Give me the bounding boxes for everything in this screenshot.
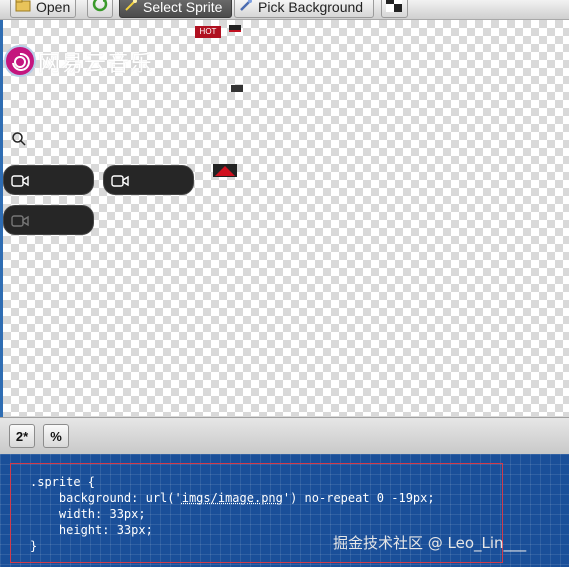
open-button[interactable]: Open xyxy=(10,0,76,18)
code-line-4: height: 33px; xyxy=(30,523,153,537)
bottom-toolbar: 2* % xyxy=(0,417,569,454)
select-sprite-label: Select Sprite xyxy=(143,0,223,15)
sprite-small-bar[interactable] xyxy=(229,25,241,32)
magic-wand-icon xyxy=(124,0,138,18)
video-camera-icon xyxy=(11,215,29,227)
code-line-3: width: 33px; xyxy=(30,507,146,521)
folder-icon xyxy=(15,0,31,18)
watermark-text: 掘金技术社区 @ Leo_Lin___ xyxy=(333,534,527,552)
video-button-sprite-2[interactable] xyxy=(103,165,194,195)
refresh-icon xyxy=(92,0,108,18)
video-camera-icon xyxy=(11,175,29,187)
checkerboard-icon xyxy=(386,0,402,18)
red-arrow-sprite[interactable] xyxy=(213,164,237,177)
video-camera-icon xyxy=(111,175,129,187)
code-line-5: } xyxy=(30,539,38,553)
code-image-link[interactable]: imgs/image.png xyxy=(182,491,283,505)
brand-logo-icon[interactable] xyxy=(4,45,36,77)
eyedropper-icon xyxy=(239,0,253,18)
sprite-small-dark[interactable] xyxy=(231,85,243,92)
video-button-sprite-1[interactable] xyxy=(3,165,94,195)
video-button-sprite-3[interactable] xyxy=(3,205,94,235)
search-icon[interactable] xyxy=(11,131,27,152)
code-line-1: .sprite { xyxy=(30,475,96,489)
checkerboard-toggle-button[interactable] xyxy=(381,0,408,18)
open-label: Open xyxy=(36,0,71,15)
code-line-2-prefix: background: url(' xyxy=(30,491,182,505)
pick-background-button[interactable]: Pick Background xyxy=(234,0,374,18)
caret-up-icon xyxy=(215,166,235,176)
top-toolbar: Open Select Sprite Pick Background xyxy=(0,0,569,20)
hot-badge[interactable]: HOT xyxy=(195,26,221,38)
zoom-2x-button[interactable]: 2* xyxy=(9,424,35,448)
code-line-2-suffix: ') no-repeat 0 -19px; xyxy=(282,491,435,505)
percent-button[interactable]: % xyxy=(43,424,69,448)
refresh-button[interactable] xyxy=(87,0,113,18)
select-sprite-button[interactable]: Select Sprite xyxy=(119,0,232,18)
brand-text[interactable]: 网易云音乐 xyxy=(38,46,153,78)
pick-background-label: Pick Background xyxy=(258,0,364,15)
